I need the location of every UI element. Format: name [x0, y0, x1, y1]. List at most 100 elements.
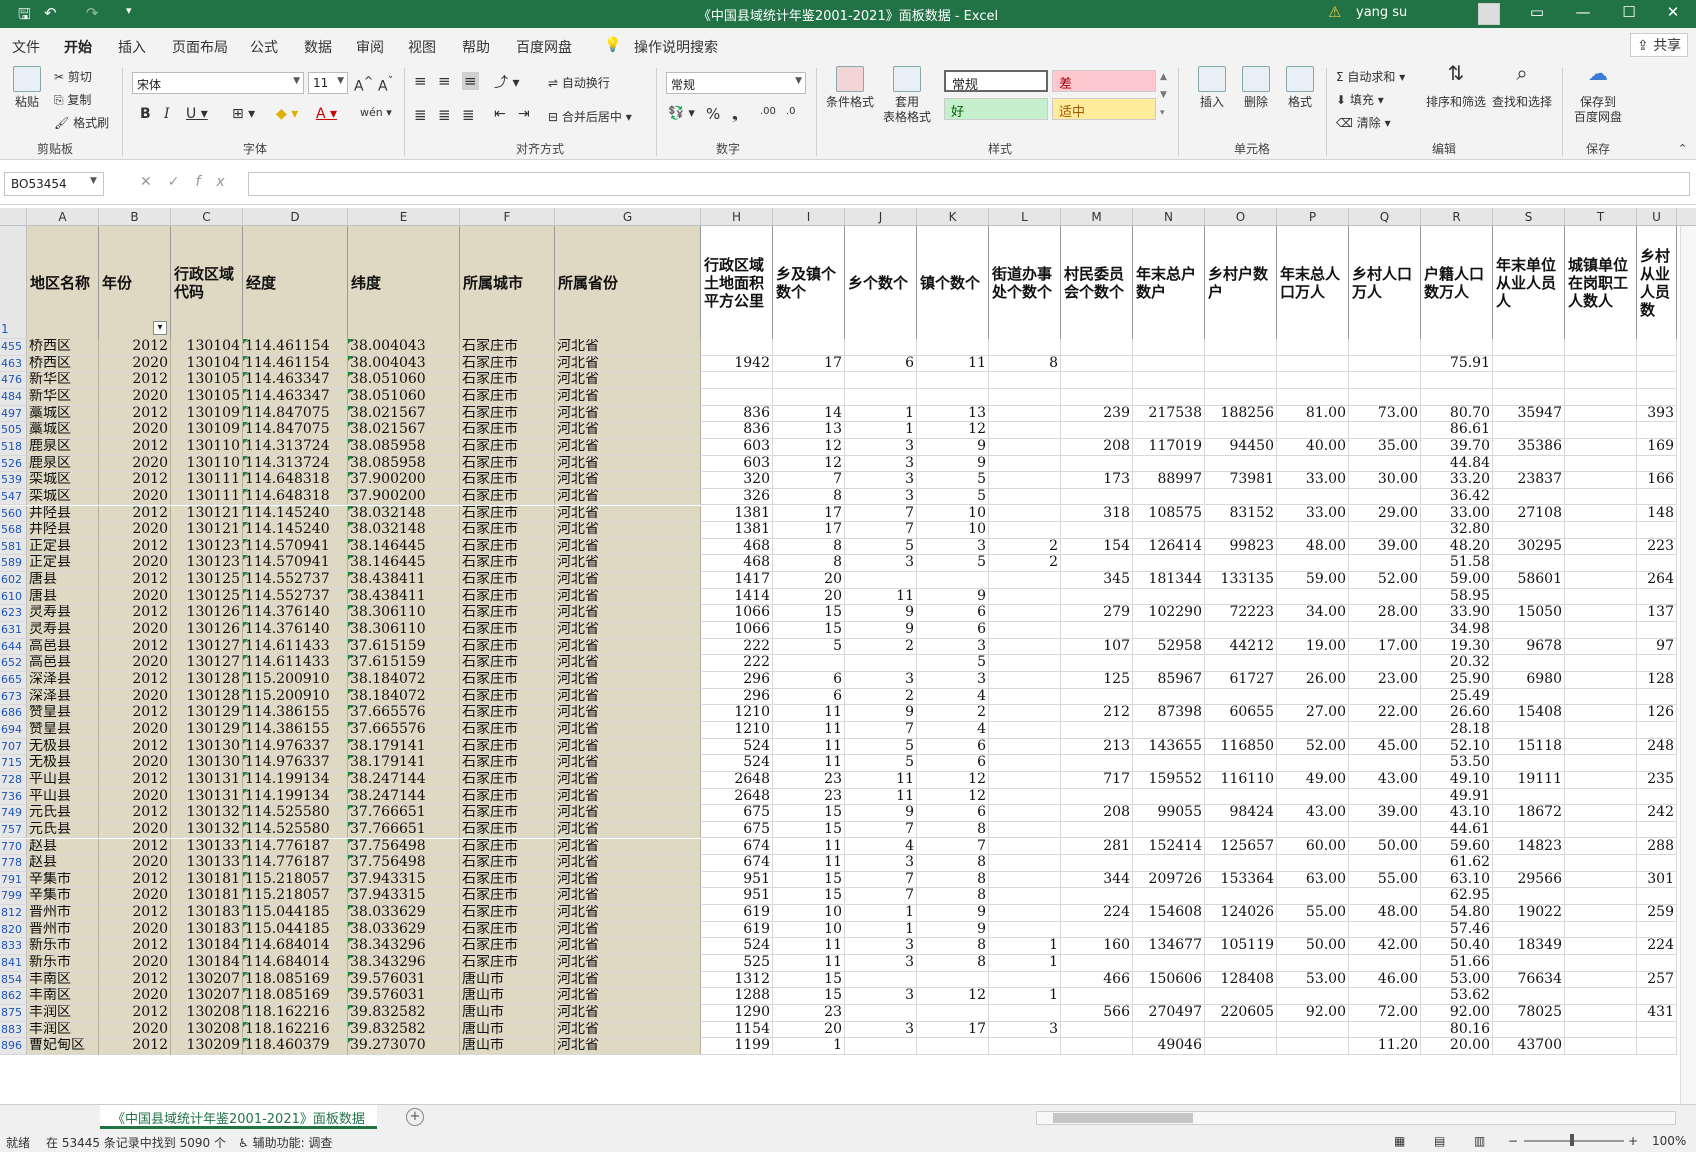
- table-cell[interactable]: 1: [989, 938, 1061, 956]
- table-cell[interactable]: [1493, 755, 1565, 772]
- table-cell[interactable]: [1565, 422, 1637, 439]
- conditional-format-button[interactable]: 条件格式: [822, 66, 878, 110]
- table-cell[interactable]: [1061, 655, 1133, 672]
- column-header-J[interactable]: J: [845, 208, 917, 226]
- table-cell[interactable]: [1133, 921, 1205, 939]
- table-cell[interactable]: 2020: [99, 1021, 171, 1039]
- table-cell[interactable]: [1493, 655, 1565, 672]
- table-cell[interactable]: 唐山市: [460, 1021, 555, 1039]
- table-cell[interactable]: 赵县: [27, 838, 99, 856]
- table-cell[interactable]: 3: [845, 855, 917, 872]
- table-cell[interactable]: 154: [1061, 538, 1133, 556]
- table-cell[interactable]: 11: [773, 755, 845, 772]
- table-cell[interactable]: 3: [845, 472, 917, 489]
- table-cell[interactable]: [1133, 855, 1205, 872]
- table-cell[interactable]: 正定县: [27, 538, 99, 556]
- row-header[interactable]: 833: [0, 938, 27, 956]
- table-cell[interactable]: 石家庄市: [460, 821, 555, 839]
- table-cell[interactable]: 河北省: [555, 588, 701, 606]
- table-cell[interactable]: 9: [917, 438, 989, 456]
- table-cell[interactable]: [1565, 905, 1637, 922]
- tell-me-search[interactable]: 操作说明搜索: [634, 37, 718, 57]
- table-cell[interactable]: 326: [701, 488, 773, 506]
- table-cell[interactable]: 130183: [171, 921, 243, 939]
- table-cell[interactable]: [1277, 455, 1349, 473]
- table-cell[interactable]: 619: [701, 905, 773, 922]
- table-cell[interactable]: 赵县: [27, 855, 99, 872]
- table-cell[interactable]: 11: [773, 938, 845, 956]
- row-header[interactable]: 820: [0, 921, 27, 939]
- table-cell[interactable]: 6: [917, 805, 989, 822]
- table-cell[interactable]: 17: [773, 505, 845, 523]
- table-cell[interactable]: 53.00: [1421, 971, 1493, 989]
- table-cell[interactable]: [1493, 788, 1565, 806]
- table-cell[interactable]: 2012: [99, 805, 171, 822]
- row-header[interactable]: 455: [0, 339, 27, 356]
- table-cell[interactable]: 18349: [1493, 938, 1565, 956]
- table-cell[interactable]: 63.10: [1421, 871, 1493, 889]
- table-cell[interactable]: [1493, 821, 1565, 839]
- row-header[interactable]: 799: [0, 888, 27, 906]
- table-cell[interactable]: 石家庄市: [460, 755, 555, 772]
- table-cell[interactable]: 丰南区: [27, 988, 99, 1005]
- table-cell[interactable]: 17: [917, 1021, 989, 1039]
- table-cell[interactable]: 6: [773, 688, 845, 706]
- table-cell[interactable]: 河北省: [555, 1005, 701, 1022]
- table-cell[interactable]: 石家庄市: [460, 372, 555, 389]
- table-cell[interactable]: 130125: [171, 572, 243, 589]
- table-cell[interactable]: 48.20: [1421, 538, 1493, 556]
- table-cell[interactable]: 52958: [1133, 638, 1205, 656]
- table-cell[interactable]: 114.648318: [243, 472, 348, 489]
- table-cell[interactable]: [1277, 1021, 1349, 1039]
- table-cell[interactable]: 114.199134: [243, 788, 348, 806]
- table-cell[interactable]: 118.162216: [243, 1021, 348, 1039]
- table-cell[interactable]: 114.145240: [243, 505, 348, 523]
- table-cell[interactable]: 11: [773, 838, 845, 856]
- table-cell[interactable]: 38.004043: [348, 355, 460, 373]
- table-cell[interactable]: 43700: [1493, 1038, 1565, 1055]
- table-cell[interactable]: [989, 388, 1061, 406]
- table-cell[interactable]: [989, 588, 1061, 606]
- table-cell[interactable]: 2012: [99, 438, 171, 456]
- table-cell[interactable]: 2020: [99, 522, 171, 539]
- table-cell[interactable]: 高邑县: [27, 638, 99, 656]
- table-cell[interactable]: 279: [1061, 605, 1133, 623]
- table-cell[interactable]: 9: [917, 588, 989, 606]
- table-cell[interactable]: 河北省: [555, 505, 701, 523]
- table-cell[interactable]: 38.032148: [348, 522, 460, 539]
- table-cell[interactable]: 5: [845, 738, 917, 756]
- table-cell[interactable]: 19022: [1493, 905, 1565, 922]
- table-cell[interactable]: 7: [773, 472, 845, 489]
- add-sheet-button[interactable]: +: [406, 1108, 424, 1126]
- table-cell[interactable]: 39.832582: [348, 1021, 460, 1039]
- row-header[interactable]: 665: [0, 672, 27, 689]
- currency-button[interactable]: 💱 ▾: [668, 106, 695, 121]
- table-cell[interactable]: 34.98: [1421, 622, 1493, 639]
- table-cell[interactable]: [1565, 805, 1637, 822]
- table-cell[interactable]: 130128: [171, 672, 243, 689]
- table-cell[interactable]: 2020: [99, 388, 171, 406]
- table-cell[interactable]: 20: [773, 572, 845, 589]
- table-cell[interactable]: 99823: [1205, 538, 1277, 556]
- table-cell[interactable]: [1061, 888, 1133, 906]
- table-cell[interactable]: 37.943315: [348, 871, 460, 889]
- row-header[interactable]: 812: [0, 905, 27, 922]
- collapse-ribbon-icon[interactable]: ⌃: [1678, 142, 1687, 155]
- row-header[interactable]: 476: [0, 372, 27, 389]
- table-cell[interactable]: 130181: [171, 888, 243, 906]
- table-cell[interactable]: 深泽县: [27, 672, 99, 689]
- table-cell[interactable]: 唐县: [27, 572, 99, 589]
- table-cell[interactable]: 61727: [1205, 672, 1277, 689]
- table-cell[interactable]: [1277, 622, 1349, 639]
- table-cell[interactable]: 石家庄市: [460, 505, 555, 523]
- table-cell[interactable]: 唐山市: [460, 1005, 555, 1022]
- table-cell[interactable]: 2020: [99, 888, 171, 906]
- table-cell[interactable]: 2012: [99, 605, 171, 623]
- table-cell[interactable]: 49.00: [1277, 771, 1349, 789]
- table-cell[interactable]: [1349, 355, 1421, 373]
- table-cell[interactable]: [1565, 438, 1637, 456]
- table-cell[interactable]: 河北省: [555, 355, 701, 373]
- table-cell[interactable]: [1349, 688, 1421, 706]
- table-cell[interactable]: 38.247144: [348, 788, 460, 806]
- table-cell[interactable]: 河北省: [555, 771, 701, 789]
